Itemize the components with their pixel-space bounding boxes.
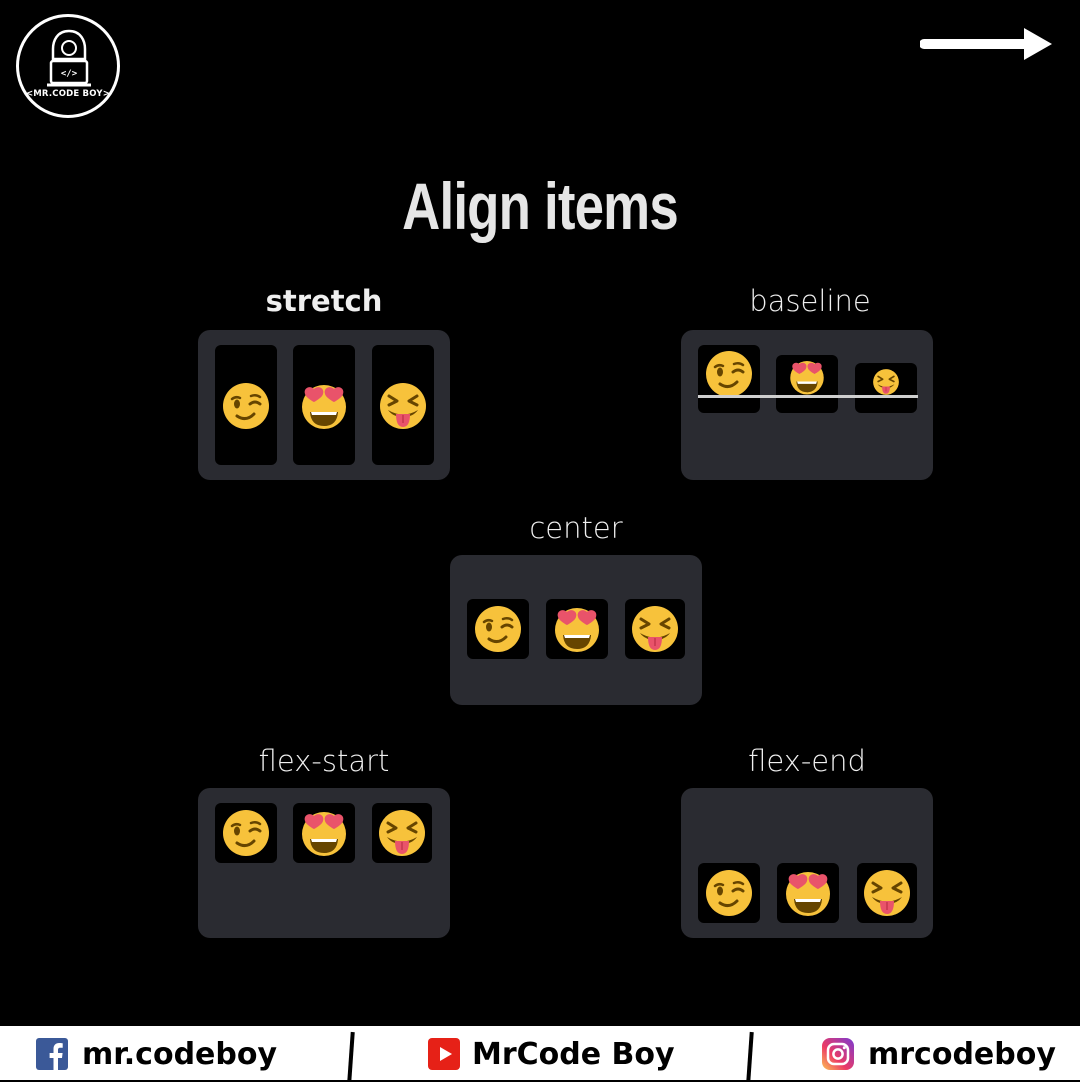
squinting-tongue-face-icon bbox=[377, 808, 427, 858]
stretch-panel bbox=[198, 330, 450, 480]
facebook-handle: mr.codeboy bbox=[82, 1036, 278, 1072]
instagram-link[interactable]: mrcodeboy bbox=[822, 1034, 1056, 1074]
winking-face-icon bbox=[704, 868, 754, 918]
youtube-icon bbox=[428, 1038, 460, 1070]
squinting-tongue-face-icon bbox=[862, 868, 912, 918]
footer-divider bbox=[347, 1031, 355, 1082]
flex-end-panel bbox=[681, 788, 933, 938]
stretch-item bbox=[293, 345, 355, 465]
flex-end-item bbox=[777, 863, 839, 923]
flex-start-item bbox=[293, 803, 355, 863]
squinting-tongue-face-icon bbox=[378, 381, 428, 431]
baseline-item bbox=[855, 363, 917, 413]
flex-start-label: flex-start bbox=[258, 744, 390, 778]
instagram-icon bbox=[822, 1038, 854, 1070]
svg-text:</>: </> bbox=[61, 69, 78, 79]
center-panel bbox=[450, 555, 702, 705]
brand-logo: </> <MR.CODE BOY> bbox=[16, 14, 120, 118]
heart-eyes-face-icon bbox=[299, 808, 349, 858]
winking-face-icon bbox=[221, 381, 271, 431]
flex-start-item bbox=[372, 803, 432, 863]
baseline-line bbox=[698, 395, 918, 398]
page-title: Align items bbox=[402, 169, 679, 243]
heart-eyes-face-icon bbox=[788, 358, 826, 396]
stretch-item bbox=[372, 345, 434, 465]
squinting-tongue-face-icon bbox=[872, 368, 900, 396]
center-item bbox=[467, 599, 529, 659]
center-item bbox=[546, 599, 608, 659]
facebook-link[interactable]: mr.codeboy bbox=[36, 1034, 277, 1074]
brand-name: <MR.CODE BOY> bbox=[25, 89, 111, 99]
flex-start-panel bbox=[198, 788, 450, 938]
winking-face-icon bbox=[704, 349, 754, 399]
right-arrow-icon[interactable] bbox=[920, 24, 1060, 64]
flex-end-label: flex-end bbox=[748, 744, 866, 778]
hacker-laptop-icon: </> bbox=[47, 29, 91, 87]
stretch-label: stretch bbox=[265, 284, 383, 318]
heart-eyes-face-icon bbox=[299, 381, 349, 431]
winking-face-icon bbox=[221, 808, 271, 858]
instagram-handle: mrcodeboy bbox=[868, 1036, 1056, 1072]
stretch-item bbox=[215, 345, 277, 465]
flex-end-item bbox=[857, 863, 917, 923]
center-item bbox=[625, 599, 685, 659]
baseline-label: baseline bbox=[749, 284, 871, 318]
squinting-tongue-face-icon bbox=[630, 604, 680, 654]
youtube-link[interactable]: MrCode Boy bbox=[428, 1034, 675, 1074]
heart-eyes-face-icon bbox=[783, 868, 833, 918]
baseline-panel bbox=[681, 330, 933, 480]
heart-eyes-face-icon bbox=[552, 604, 602, 654]
footer-divider bbox=[746, 1031, 754, 1082]
flex-end-item bbox=[698, 863, 760, 923]
youtube-handle: MrCode Boy bbox=[472, 1036, 675, 1072]
baseline-item bbox=[776, 355, 838, 413]
social-footer: mr.codeboy MrCode Boy mrcodeboy bbox=[0, 1024, 1080, 1082]
baseline-item bbox=[698, 345, 760, 413]
flex-start-item bbox=[215, 803, 277, 863]
center-label: center bbox=[529, 511, 623, 545]
facebook-icon bbox=[36, 1038, 68, 1070]
winking-face-icon bbox=[473, 604, 523, 654]
